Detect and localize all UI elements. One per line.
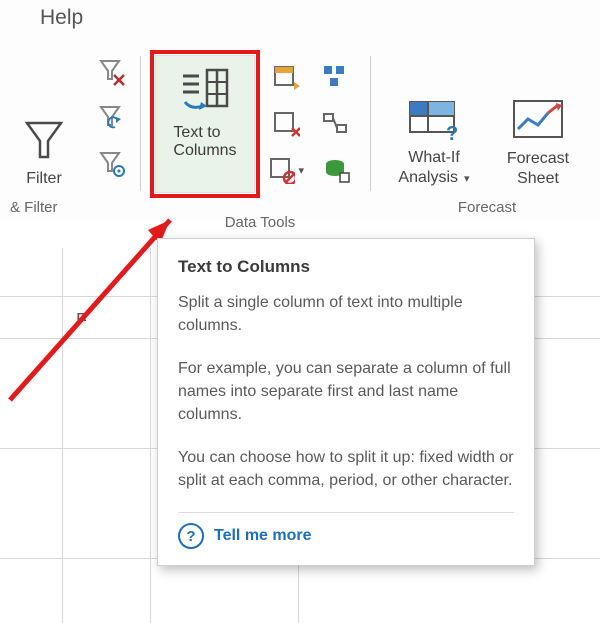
t2c-label-1: Text to [173,124,220,141]
flash-fill-icon [272,64,300,92]
chevron-down-icon: ▾ [298,164,304,177]
group-label-sort-filter: & Filter [8,199,140,216]
funnel-advanced-icon [97,149,127,179]
tell-me-more-label: Tell me more [214,527,312,545]
filter-button[interactable]: Filter [8,54,80,189]
tooltip-p3: You can choose how to split it up: fixed… [178,446,514,492]
whatif-label-2: Analysis [398,169,458,186]
remove-duplicates-icon [272,110,300,138]
forecast-label-1: Forecast [507,150,569,167]
data-model-icon [322,156,350,184]
advanced-filter-button[interactable] [94,146,130,182]
tab-help[interactable]: Help [40,6,83,30]
consolidate-icon [322,64,350,92]
text-to-columns-button[interactable]: Text to Columns [155,55,255,193]
funnel-reapply-icon [97,103,127,133]
help-icon: ? [178,523,204,549]
group-label-forecast: Forecast [382,199,592,216]
filter-label: Filter [26,169,62,189]
forecast-sheet-icon [510,97,566,143]
text-to-columns-highlight: Text to Columns [150,50,260,198]
tooltip-p2: For example, you can separate a column o… [178,357,514,426]
forecast-label-2: Sheet [517,170,559,187]
text-to-columns-icon [177,66,233,114]
tooltip-p1: Split a single column of text into multi… [178,291,514,337]
manage-data-model-button[interactable] [318,152,354,188]
column-header-F[interactable]: F [76,310,87,331]
group-label-data-tools: Data Tools [155,214,365,231]
what-if-icon: ? [406,96,462,142]
t2c-label-2: Columns [173,142,236,159]
excel-ribbon-screenshot: Help Filter & Filter [0,0,600,623]
funnel-clear-icon [97,57,127,87]
tell-me-more-link[interactable]: ? Tell me more [178,523,514,549]
group-separator [140,56,141,191]
svg-text:?: ? [446,123,458,142]
relationships-icon [322,110,350,138]
relationships-button[interactable] [318,106,354,142]
what-if-analysis-button[interactable]: ? What-If Analysis ▾ [382,54,486,189]
data-validation-button[interactable]: ▾ [268,152,304,188]
remove-duplicates-button[interactable] [268,106,304,142]
ribbon: Help Filter & Filter [0,0,600,220]
tooltip-title: Text to Columns [178,257,514,277]
chevron-down-icon: ▾ [461,173,470,185]
tooltip-divider [178,512,514,513]
group-separator-2 [370,56,371,191]
clear-filter-button[interactable] [94,54,130,90]
reapply-filter-button[interactable] [94,100,130,136]
flash-fill-button[interactable] [268,60,304,96]
consolidate-button[interactable] [318,60,354,96]
forecast-sheet-button[interactable]: Forecast Sheet [490,54,586,189]
group-sort-filter: Filter & Filter [8,54,140,192]
whatif-label-1: What-If [408,149,460,166]
data-validation-icon [268,156,295,184]
funnel-icon [21,117,67,163]
group-forecast: ? What-If Analysis ▾ Forecast Sheet [382,54,592,192]
tooltip-text-to-columns: Text to Columns Split a single column of… [157,238,535,566]
